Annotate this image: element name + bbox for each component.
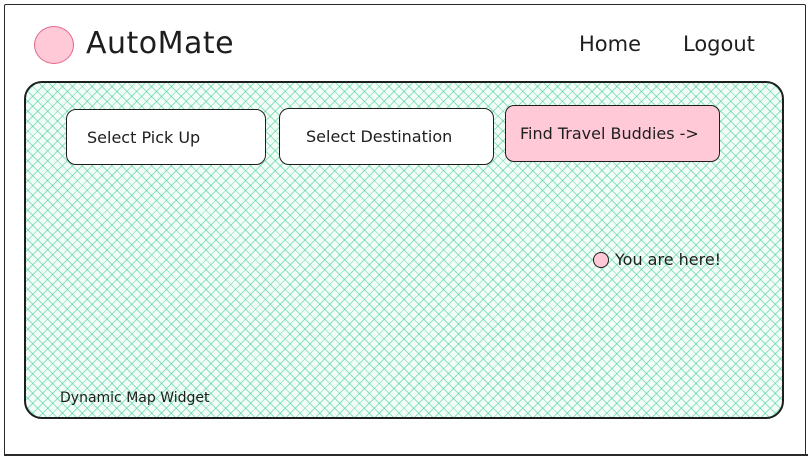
map-widget-caption: Dynamic Map Widget — [60, 390, 210, 406]
nav-home-link[interactable]: Home — [579, 30, 641, 58]
bottom-divider — [4, 454, 808, 456]
find-travel-buddies-button[interactable]: Find Travel Buddies -> — [505, 105, 720, 162]
select-pickup-button[interactable]: Select Pick Up — [66, 109, 266, 165]
location-dot-icon — [593, 252, 609, 268]
circle-logo-icon — [34, 26, 74, 64]
nav-logout-link[interactable]: Logout — [683, 30, 755, 58]
select-destination-button[interactable]: Select Destination — [279, 108, 494, 165]
map-widget[interactable]: Select Pick Up Select Destination Find T… — [24, 81, 784, 419]
brand-title: AutoMate — [86, 26, 235, 61]
you-are-here-label: You are here! — [615, 250, 722, 269]
